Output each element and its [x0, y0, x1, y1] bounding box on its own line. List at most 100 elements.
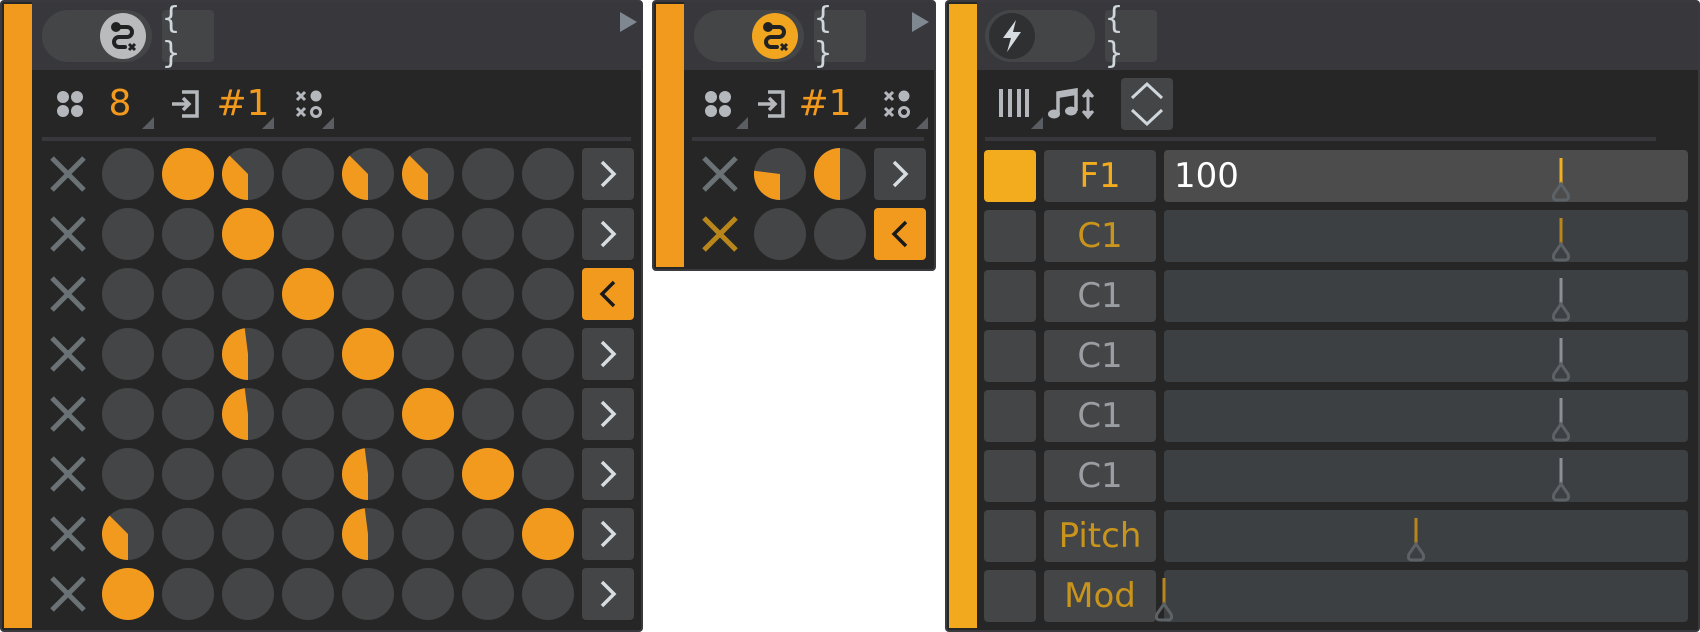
step-cell[interactable]: [402, 208, 454, 260]
mute-x-button[interactable]: [48, 514, 88, 554]
mute-x-button[interactable]: [48, 454, 88, 494]
step-cell[interactable]: [222, 448, 274, 500]
step-cell[interactable]: [462, 208, 514, 260]
step-cell[interactable]: [162, 268, 214, 320]
mute-x-button[interactable]: [48, 394, 88, 434]
chevron-right-icon[interactable]: [874, 148, 926, 200]
step-cell[interactable]: [522, 568, 574, 620]
value-slider[interactable]: [1164, 450, 1688, 502]
step-cell[interactable]: [522, 448, 574, 500]
step-cell[interactable]: [522, 208, 574, 260]
step-cell[interactable]: [282, 568, 334, 620]
path-toggle[interactable]: [694, 10, 804, 62]
step-cell[interactable]: [102, 328, 154, 380]
value-slider[interactable]: [1164, 510, 1688, 562]
step-cell[interactable]: [402, 568, 454, 620]
step-cell[interactable]: [402, 268, 454, 320]
step-cell[interactable]: [462, 508, 514, 560]
step-cell[interactable]: [402, 388, 454, 440]
slider-handle-icon[interactable]: [1406, 510, 1446, 566]
step-cell[interactable]: [162, 508, 214, 560]
note-label-button[interactable]: C1: [1044, 390, 1156, 442]
mute-x-button[interactable]: [700, 214, 740, 254]
step-cell[interactable]: [754, 208, 806, 260]
note-label-button[interactable]: F1: [1044, 150, 1156, 202]
value-slider[interactable]: [1164, 330, 1688, 382]
chevron-right-icon[interactable]: [582, 448, 634, 500]
step-cell[interactable]: [462, 328, 514, 380]
step-cell[interactable]: [162, 388, 214, 440]
step-cell[interactable]: [102, 568, 154, 620]
path-toggle[interactable]: [42, 10, 152, 62]
note-label-button[interactable]: C1: [1044, 210, 1156, 262]
step-cell[interactable]: [342, 388, 394, 440]
step-count-value[interactable]: 8: [104, 84, 136, 124]
piano-icon[interactable]: [997, 84, 1031, 124]
step-cell[interactable]: [102, 448, 154, 500]
step-cell[interactable]: [222, 508, 274, 560]
step-cell[interactable]: [282, 208, 334, 260]
chevron-right-icon[interactable]: [582, 328, 634, 380]
row-select-toggle[interactable]: [984, 450, 1036, 502]
step-cell[interactable]: [402, 508, 454, 560]
step-cell[interactable]: [342, 568, 394, 620]
row-select-toggle[interactable]: [984, 210, 1036, 262]
step-cell[interactable]: [522, 328, 574, 380]
step-cell[interactable]: [102, 148, 154, 200]
step-cell[interactable]: [102, 268, 154, 320]
slider-handle-icon[interactable]: [1551, 450, 1591, 506]
note-label-button[interactable]: C1: [1044, 330, 1156, 382]
mute-x-button[interactable]: [48, 214, 88, 254]
step-cell[interactable]: [282, 448, 334, 500]
value-slider[interactable]: [1164, 270, 1688, 322]
row-select-toggle[interactable]: [984, 390, 1036, 442]
play-icon[interactable]: [912, 12, 929, 32]
note-label-button[interactable]: Pitch: [1044, 510, 1156, 562]
mute-x-button[interactable]: [48, 334, 88, 374]
step-cell[interactable]: [162, 568, 214, 620]
step-cell[interactable]: [102, 388, 154, 440]
step-cell[interactable]: [222, 148, 274, 200]
step-cell[interactable]: [222, 568, 274, 620]
step-cell[interactable]: [814, 208, 866, 260]
trigger-toggle[interactable]: [985, 10, 1095, 62]
script-braces-button[interactable]: { }: [1105, 2, 1157, 71]
pattern-icon[interactable]: [292, 84, 326, 124]
mute-x-button[interactable]: [700, 154, 740, 194]
value-slider[interactable]: 100: [1164, 150, 1688, 202]
slider-handle-icon[interactable]: [1551, 150, 1591, 206]
step-cell[interactable]: [402, 448, 454, 500]
chevron-right-icon[interactable]: [582, 568, 634, 620]
step-cell[interactable]: [754, 148, 806, 200]
step-cell[interactable]: [342, 508, 394, 560]
step-cell[interactable]: [101, 508, 154, 560]
step-cell[interactable]: [222, 268, 274, 320]
step-cell[interactable]: [462, 448, 514, 500]
step-cell[interactable]: [282, 388, 334, 440]
step-cell[interactable]: [462, 268, 514, 320]
step-cell[interactable]: [282, 268, 334, 320]
channel-value[interactable]: #1: [798, 84, 852, 124]
note-label-button[interactable]: C1: [1044, 450, 1156, 502]
row-select-toggle[interactable]: [984, 570, 1036, 622]
step-cell[interactable]: [342, 448, 394, 500]
step-cell[interactable]: [162, 328, 214, 380]
step-cell[interactable]: [282, 148, 334, 200]
step-cell[interactable]: [402, 148, 454, 200]
slider-handle-icon[interactable]: [1154, 570, 1194, 626]
step-cell[interactable]: [522, 148, 574, 200]
chevron-right-icon[interactable]: [582, 388, 634, 440]
step-cell[interactable]: [342, 328, 394, 380]
chevron-left-icon[interactable]: [874, 208, 926, 260]
step-cell[interactable]: [522, 268, 574, 320]
note-label-button[interactable]: Mod: [1044, 570, 1156, 622]
step-cell[interactable]: [162, 448, 214, 500]
step-cell[interactable]: [102, 208, 154, 260]
step-cell[interactable]: [222, 208, 274, 260]
note-label-button[interactable]: C1: [1044, 270, 1156, 322]
value-slider[interactable]: [1164, 210, 1688, 262]
note-updown-icon[interactable]: [1047, 84, 1097, 124]
slider-handle-icon[interactable]: [1551, 210, 1591, 266]
mute-x-button[interactable]: [48, 154, 88, 194]
chevron-left-icon[interactable]: [582, 268, 634, 320]
